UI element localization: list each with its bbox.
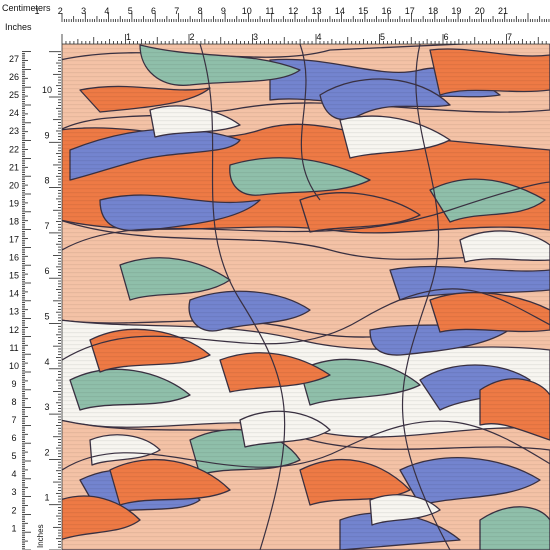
left-inch-number: 5 [44,312,49,322]
top-cm-number: 18 [428,6,438,16]
left-cm-number: 8 [11,397,16,407]
left-cm-number: 23 [9,126,19,136]
top-cm-number: 15 [358,6,368,16]
left-cm-number: 16 [9,253,19,263]
top-cm-number: 17 [405,6,415,16]
top-ruler: Centimeters Inches 1 2 3 4 5 6 7 8 9 10 11 12 13 14 15… [0,0,550,44]
left-inch-number: 9 [44,130,49,140]
left-inch-number: 6 [44,266,49,276]
inches-corner-label: Inches [5,22,32,32]
left-cm-number: 2 [11,505,16,515]
top-cm-number: 5 [128,6,133,16]
left-inch-number: 7 [44,221,49,231]
left-cm-number: 14 [9,289,19,299]
top-cm-number: 10 [242,6,252,16]
left-cm-number: 21 [9,162,19,172]
top-inch-number: 2 [190,32,195,42]
left-cm-number: 17 [9,235,19,245]
top-inch-number: 3 [253,32,258,42]
top-cm-number: 21 [498,6,508,16]
inches-bottom-label: Inches [36,524,45,548]
left-cm-number: 5 [11,451,16,461]
top-inch-number: 5 [380,32,385,42]
top-inch-number: 1 [126,32,131,42]
left-inch-number: 3 [44,402,49,412]
left-cm-number: 19 [9,198,19,208]
fabric-and-rulers: Centimeters Inches 1 2 3 4 5 6 7 8 9 10 11 12 13 14 15… [0,0,550,550]
left-cm-number: 9 [11,379,16,389]
left-cm-number: 15 [9,271,19,281]
top-cm-number: 16 [381,6,391,16]
left-inch-number: 4 [44,357,49,367]
top-cm-number: 8 [198,6,203,16]
top-cm-number: 12 [288,6,298,16]
top-cm-number: 6 [151,6,156,16]
top-cm-number: 9 [221,6,226,16]
centimeters-label: Centimeters [2,3,51,13]
top-cm-number: 14 [335,6,345,16]
left-cm-number: 1 [11,523,16,533]
top-cm-number: 7 [174,6,179,16]
top-cm-number: 20 [475,6,485,16]
top-cm-number: 2 [58,6,63,16]
fabric-print [62,44,550,550]
left-cm-number: 12 [9,325,19,335]
left-cm-number: 13 [9,307,19,317]
top-cm-number: 11 [265,6,274,16]
left-cm-number: 10 [9,361,19,371]
top-cm-number: 13 [312,6,322,16]
top-cm-number: 1 [34,6,39,16]
left-cm-number: 4 [11,469,16,479]
left-cm-number: 18 [9,216,19,226]
left-cm-number: 6 [11,433,16,443]
left-cm-number: 7 [11,415,16,425]
left-cm-number: 25 [9,90,19,100]
left-cm-number: 27 [9,54,19,64]
left-inch-number: 10 [42,85,52,95]
top-cm-number: 19 [451,6,461,16]
left-cm-number: 20 [9,180,19,190]
top-cm-number: 4 [104,6,109,16]
left-inch-number: 8 [44,176,49,186]
top-cm-number: 3 [81,6,86,16]
left-inch-number: 2 [44,447,49,457]
left-ruler: 2726252423222120191817161514131211109876… [0,44,62,550]
top-inch-number: 6 [444,32,449,42]
fabric-swatch-view: Centimeters Inches 1 2 3 4 5 6 7 8 9 10 11 12 13 14 15… [0,0,550,550]
top-inch-number: 4 [317,32,322,42]
left-inch-number: 1 [44,493,49,503]
top-inch-number: 7 [507,32,512,42]
left-cm-number: 24 [9,108,19,118]
left-cm-number: 26 [9,72,19,82]
left-cm-number: 11 [9,343,18,353]
left-cm-number: 22 [9,144,19,154]
left-cm-number: 3 [11,487,16,497]
